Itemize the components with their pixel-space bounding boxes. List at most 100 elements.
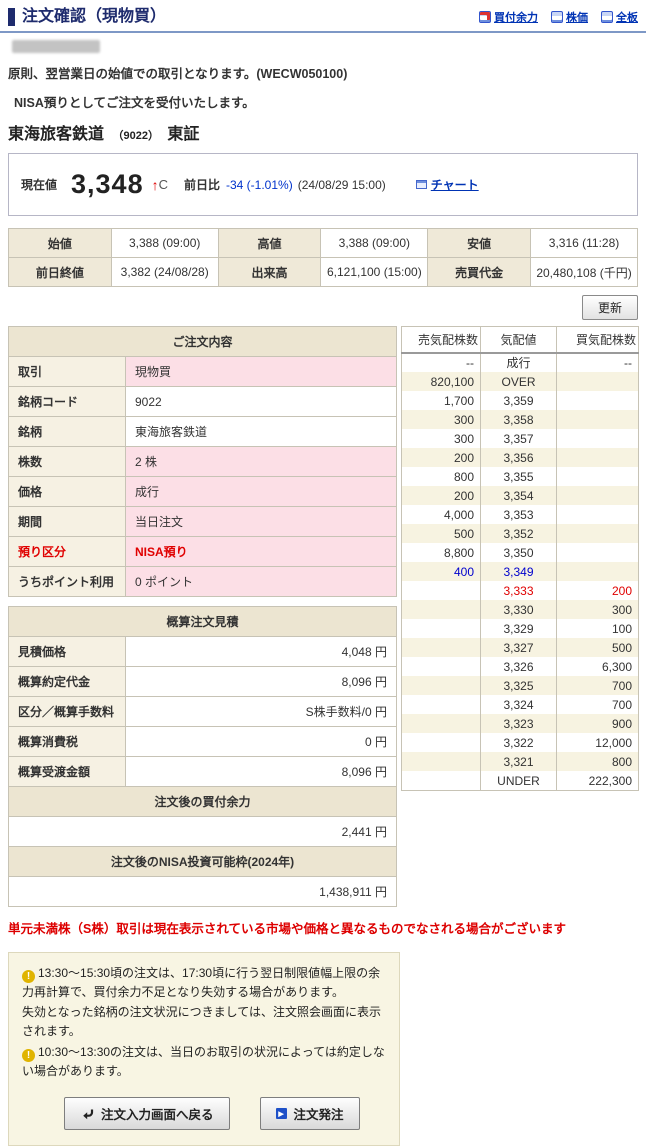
orderbook-sell-qty: 500 (401, 524, 481, 544)
estimate-row: 区分／概算手数料 S株手数料/0 円 (8, 696, 397, 728)
orderbook-price: 3,357 (480, 429, 557, 449)
orderbook-price: 3,359 (480, 391, 557, 411)
estimate-row-value: 0 円 (125, 726, 397, 758)
orderbook-price: 3,327 (480, 638, 557, 658)
link-buying-power-label: 買付余力 (494, 12, 538, 25)
stats-label: 高値 (217, 228, 322, 259)
order-detail-title: ご注文内容 (8, 326, 397, 358)
orderbook-sell-qty (401, 600, 481, 620)
orderbook-price: 3,325 (480, 676, 557, 696)
orderbook-header: 気配値 (480, 326, 557, 355)
orderbook-price: 3,321 (480, 752, 557, 772)
estimate-row: 概算約定代金 8,096 円 (8, 666, 397, 698)
current-price: 3,348 (71, 169, 144, 200)
orderbook-price: UNDER (480, 771, 557, 791)
action-buttons: 注文入力画面へ戻る ▶ 注文発注 (64, 1097, 386, 1131)
chart-icon (415, 180, 427, 190)
orderbook-row: 4,000 3,353 (402, 505, 639, 525)
current-price-label: 現在値 (21, 178, 58, 193)
stock-name: 東海旅客鉄道 (8, 126, 105, 144)
orderbook-buy-qty (556, 391, 639, 411)
full-board-icon (601, 11, 613, 24)
stats-label: 始値 (8, 228, 112, 259)
orderbook-sell-qty: 8,800 (443, 545, 474, 560)
order-row-label: 期間 (8, 506, 126, 538)
main-area: ご注文内容 取引 現物買 銘柄コード 9022 銘柄 東海旅客鉄道 株数 2 株価格 成行 期間当… (8, 326, 639, 908)
stats-value: 20,480,108 (千円) (530, 257, 638, 288)
stats-value: 3,382 (24/08/28) (110, 257, 219, 288)
estimate-row-label: 区分／概算手数料 (8, 696, 126, 728)
order-row-label: うちポイント利用 (8, 566, 126, 598)
estimate-row-value: S株手数料/0 円 (125, 696, 397, 728)
back-button-label: 注文入力画面へ戻る (101, 1108, 214, 1123)
stats-label: 出来高 (217, 257, 322, 288)
orderbook-row: 3,329 100 (402, 619, 639, 639)
stats-label: 売買代金 (427, 257, 532, 288)
estimate-row: 見積価格 4,048 円 (8, 636, 397, 668)
return-arrow-icon (83, 1109, 94, 1119)
order-row-label: 取引 (8, 356, 126, 388)
order-row-value: 9022 (125, 386, 397, 418)
orderbook-row: 3,324 700 (402, 695, 639, 715)
orderbook-row: 3,327 500 (401, 638, 639, 658)
submit-order-button[interactable]: ▶ 注文発注 (259, 1097, 360, 1131)
orderbook-buy-qty (556, 562, 639, 582)
orderbook-row: 3,321 800 (401, 752, 639, 772)
chart-link[interactable]: チャート (415, 176, 479, 193)
orderbook-sell-qty: 200 (401, 486, 481, 506)
link-stock-price[interactable]: 株価 (551, 9, 588, 25)
note-line: ! 13:30～15:30頃の注文は、17:30頃に行う翌日制限値幅上限の余力再計… (22, 964, 386, 1003)
orderbook-price: 3,333 (480, 581, 557, 601)
link-full-board[interactable]: 全板 (601, 9, 638, 25)
order-row: うちポイント利用 0 ポイント (8, 566, 397, 598)
nisa-message: NISA預りとしてご注文を受付いたします。 (14, 96, 255, 111)
order-row-label: 株数 (8, 446, 126, 478)
warning-icon: ! (22, 1049, 35, 1063)
orderbook-buy-qty: 200 (556, 581, 639, 601)
orderbook-price: 3,323 (480, 714, 557, 734)
order-row: 価格 成行 (8, 476, 397, 508)
order-row-value: 成行 (125, 476, 397, 508)
orderbook-row: 1,700 3,359 (402, 391, 639, 411)
orderbook-buy-qty (556, 486, 639, 506)
orderbook-price: 3,322 (480, 733, 557, 753)
refresh-row: 更新 (8, 295, 638, 321)
estimate-row-label: 概算約定代金 (8, 666, 126, 698)
orderbook-price: 3,354 (480, 486, 557, 506)
estimate-row-value: 4,048 円 (125, 636, 397, 668)
submit-arrow-icon: ▶ (275, 1108, 287, 1120)
back-button[interactable]: 注文入力画面へ戻る (64, 1097, 230, 1131)
after-section-value-row: 2,441 円 (8, 816, 397, 848)
order-row-value: NISA預り (125, 536, 397, 568)
orderbook-buy-qty: 900 (556, 714, 639, 734)
refresh-button[interactable]: 更新 (581, 295, 638, 321)
stats-row: 始値 3,388 (09:00) 高値 3,388 (09:00) 安値 3,316 (1… (8, 228, 638, 259)
orderbook-buy-qty: 800 (556, 752, 639, 772)
orderbook-price: OVER (480, 372, 557, 392)
order-row: 銘柄コード 9022 (8, 386, 397, 418)
up-arrow-icon: ↑ (151, 176, 159, 193)
orderbook-header: 売気配株数 (401, 326, 481, 355)
orderbook-buy-qty (556, 524, 639, 544)
orderbook-sell-qty: 820,100 (401, 372, 481, 392)
redacted-account-name (12, 40, 100, 54)
orderbook-buy-qty (556, 543, 639, 563)
orderbook-price: 3,324 (480, 695, 557, 715)
estimate-row-label: 見積価格 (8, 636, 126, 668)
orderbook-sell-qty: 1,700 (443, 393, 474, 408)
orderbook-row: 200 3,354 (401, 486, 639, 506)
link-buying-power[interactable]: 買付余力 (479, 9, 538, 25)
orderbook-price: 3,349 (480, 562, 557, 582)
orderbook-row: 3,326 6,300 (402, 657, 639, 677)
order-row-label: 銘柄 (8, 416, 126, 448)
orderbook-row: 8,800 3,350 (402, 543, 639, 563)
orderbook-price: 3,355 (480, 467, 557, 487)
orderbook-sell-qty (402, 695, 481, 714)
stock-price-icon (551, 11, 563, 24)
orderbook-sell-qty: 200 (401, 448, 481, 468)
orderbook-row: 3,325 700 (401, 676, 639, 696)
orderbook-price: 3,352 (480, 524, 557, 544)
order-row-value: 現物買 (125, 356, 397, 388)
order-row: 銘柄 東海旅客鉄道 (8, 416, 397, 448)
order-row: 期間 当日注文 (8, 506, 397, 538)
